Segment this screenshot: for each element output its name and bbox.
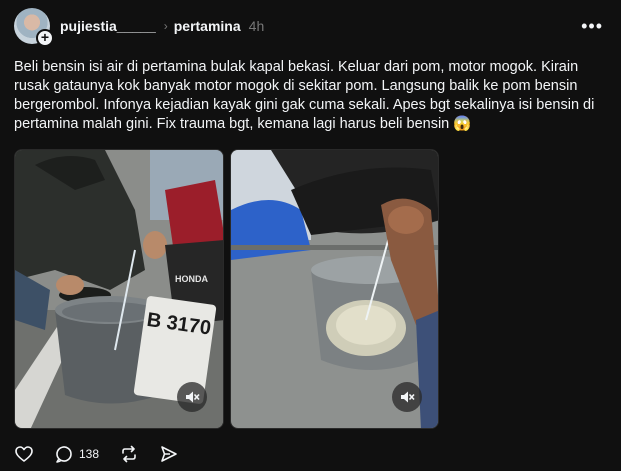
reply-count: 138 xyxy=(79,447,100,461)
video-thumbnail-1[interactable]: HONDA B 3170 xyxy=(14,149,224,429)
post-time: 4h xyxy=(248,18,265,34)
repost-button[interactable] xyxy=(119,444,139,464)
plus-icon[interactable]: + xyxy=(36,29,54,47)
like-button[interactable] xyxy=(14,444,34,464)
post-text: Beli bensin isi air di pertamina bulak k… xyxy=(14,59,595,132)
reply-button[interactable]: 138 xyxy=(54,444,99,464)
repost-icon xyxy=(122,445,136,463)
muted-speaker-icon xyxy=(186,391,200,403)
motorcycle-badge: HONDA xyxy=(175,274,208,284)
community-name[interactable]: pertamina xyxy=(174,18,241,34)
thread-post: + pujiestia_____ › pertamina 4h ••• Beli… xyxy=(0,0,621,471)
muted-speaker-icon xyxy=(401,391,415,403)
avatar-container[interactable]: + xyxy=(14,8,54,47)
username[interactable]: pujiestia_____ xyxy=(60,18,156,34)
post-header: + pujiestia_____ › pertamina 4h ••• xyxy=(14,8,607,47)
more-dots-icon[interactable]: ••• xyxy=(581,16,603,37)
mute-button[interactable] xyxy=(392,382,422,412)
video-thumbnail-2[interactable] xyxy=(230,149,439,429)
send-icon xyxy=(161,446,177,462)
heart-icon xyxy=(15,446,33,462)
share-button[interactable] xyxy=(159,444,179,464)
mute-button[interactable] xyxy=(177,382,207,412)
comment-icon xyxy=(56,446,72,463)
action-bar: 138 xyxy=(14,441,199,467)
chevron-right-icon: › xyxy=(163,19,168,33)
